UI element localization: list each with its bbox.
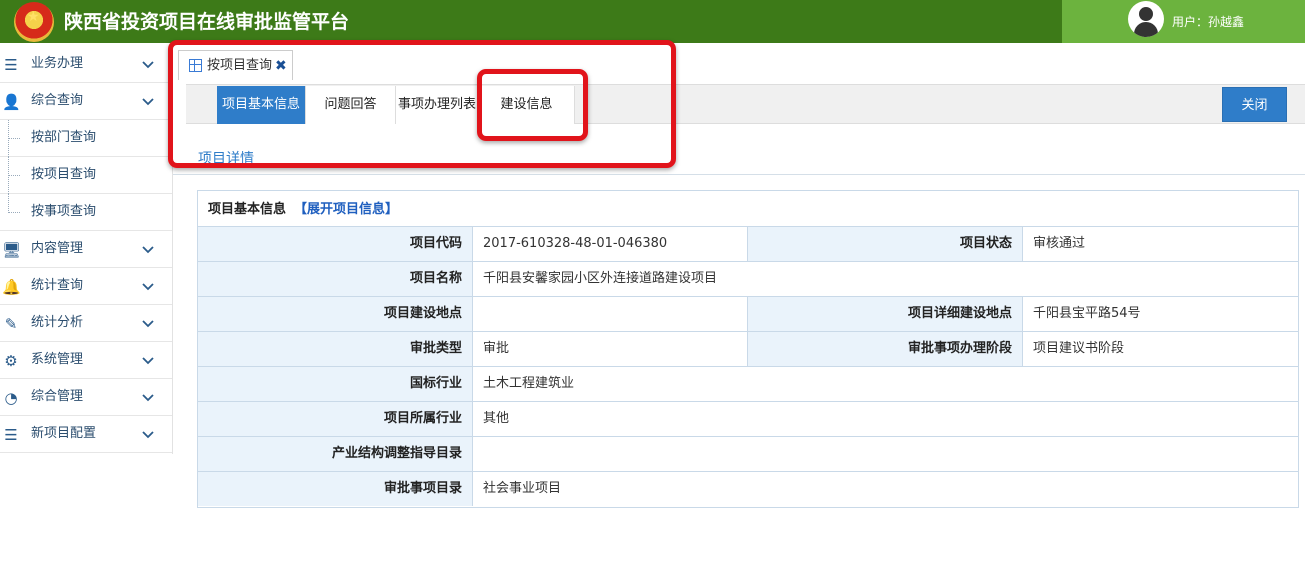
list-icon: ☰ [4, 426, 18, 444]
top-header: ★ 陕西省投资项目在线审批监管平台 用户：孙越鑫 [0, 0, 1305, 43]
user-icon: 👤 [2, 93, 21, 111]
info-table-header: 项目基本信息 【展开项目信息】 [198, 191, 1298, 227]
tab-qa[interactable]: 问题回答 [306, 86, 396, 124]
sidebar-item-statistics-analysis[interactable]: ✎ 统计分析 [0, 305, 172, 342]
table-row: 项目所属行业 其他 [198, 402, 1298, 437]
national-emblem-icon: ★ [14, 2, 54, 42]
table-row: 国标行业 土木工程建筑业 [198, 367, 1298, 402]
field-value: 社会事业项目 [473, 472, 1298, 506]
grid-icon [189, 59, 202, 72]
section-title[interactable]: 项目详情 [198, 150, 254, 168]
table-row: 项目名称 千阳县安馨家园小区外连接道路建设项目 [198, 262, 1298, 297]
sidebar-item-label: 新项目配置 [31, 426, 97, 441]
field-value: 2017-610328-48-01-046380 [473, 227, 748, 261]
sidebar-subitem-by-matter[interactable]: 按事项查询 [0, 194, 172, 231]
project-info-table: 项目基本信息 【展开项目信息】 项目代码 2017-610328-48-01-0… [197, 190, 1299, 508]
field-label: 项目详细建设地点 [748, 297, 1023, 331]
field-value: 项目建议书阶段 [1023, 332, 1298, 366]
field-label: 项目状态 [748, 227, 1023, 261]
field-label: 项目名称 [198, 262, 473, 296]
expand-project-info-link[interactable]: 【展开项目信息】 [294, 201, 398, 219]
field-label: 项目代码 [198, 227, 473, 261]
field-value: 土木工程建筑业 [473, 367, 1298, 401]
field-label: 产业结构调整指导目录 [198, 437, 473, 471]
close-icon[interactable]: ✖ [275, 57, 287, 75]
table-row: 审批类型 审批 审批事项办理阶段 项目建议书阶段 [198, 332, 1298, 367]
sidebar-item-label: 业务办理 [31, 56, 84, 71]
sidebar-item-label: 统计分析 [31, 315, 84, 330]
chevron-down-icon [142, 320, 154, 328]
field-value: 其他 [473, 402, 1298, 436]
sidebar-subitem-by-project[interactable]: 按项目查询 [0, 157, 172, 194]
monitor-icon: 🖥 [2, 241, 22, 259]
sidebar-subitem-by-department[interactable]: 按部门查询 [0, 120, 172, 157]
gear-icon: ⚙ [4, 352, 18, 370]
sidebar-item-content-management[interactable]: 🖥 内容管理 [0, 231, 172, 268]
sidebar-item-business[interactable]: ☰ 业务办理 [0, 46, 172, 83]
field-value [473, 297, 748, 331]
sidebar-item-system-management[interactable]: ⚙ 系统管理 [0, 342, 172, 379]
chevron-down-icon [142, 283, 154, 291]
field-value: 千阳县宝平路54号 [1023, 297, 1298, 331]
tab-basic-info[interactable]: 项目基本信息 [217, 86, 306, 124]
field-value [473, 437, 1298, 471]
field-label: 审批事项办理阶段 [748, 332, 1023, 366]
field-label: 国标行业 [198, 367, 473, 401]
field-label: 项目所属行业 [198, 402, 473, 436]
field-label: 项目建设地点 [198, 297, 473, 331]
chevron-down-icon [142, 394, 154, 402]
sidebar-item-label: 综合管理 [31, 389, 84, 404]
table-row: 产业结构调整指导目录 [198, 437, 1298, 472]
sidebar-item-new-project-config[interactable]: ☰ 新项目配置 [0, 416, 172, 453]
field-value: 审批 [473, 332, 748, 366]
field-value: 千阳县安馨家园小区外连接道路建设项目 [473, 262, 1298, 296]
dashboard-icon: ◔ [4, 389, 18, 407]
sidebar-item-label: 内容管理 [31, 241, 84, 256]
sidebar-item-label: 统计查询 [31, 278, 84, 293]
sidebar-item-label: 综合查询 [31, 93, 84, 108]
chevron-down-icon [142, 431, 154, 439]
table-row: 项目代码 2017-610328-48-01-046380 项目状态 审核通过 [198, 227, 1298, 262]
sidebar-subitem-label: 按部门查询 [31, 130, 97, 145]
table-row: 审批事项目录 社会事业项目 [198, 472, 1298, 507]
divider [173, 174, 1305, 175]
tab-matter-list[interactable]: 事项办理列表 [396, 86, 479, 124]
field-label: 审批事项目录 [198, 472, 473, 506]
sidebar-item-comprehensive-query[interactable]: 👤 综合查询 [0, 83, 172, 120]
chevron-down-icon [142, 61, 154, 69]
sidebar-item-general-management[interactable]: ◔ 综合管理 [0, 379, 172, 416]
sidebar-item-statistics-query[interactable]: 🔔 统计查询 [0, 268, 172, 305]
list-icon: ☰ [4, 56, 18, 74]
sidebar-subitem-label: 按事项查询 [31, 204, 97, 219]
field-value: 审核通过 [1023, 227, 1298, 261]
chevron-down-icon [142, 357, 154, 365]
avatar-icon[interactable] [1128, 1, 1164, 37]
field-label: 审批类型 [198, 332, 473, 366]
edit-icon: ✎ [4, 315, 18, 333]
info-table-title: 项目基本信息 [208, 202, 287, 217]
app-title: 陕西省投资项目在线审批监管平台 [64, 11, 350, 33]
sidebar-subitem-label: 按项目查询 [31, 167, 97, 182]
tab-by-project-query[interactable]: 按项目查询 ✖ [178, 50, 293, 80]
detail-subnav: 项目基本信息 问题回答 事项办理列表 建设信息 关闭 [186, 84, 1305, 124]
tab-construction-info[interactable]: 建设信息 [479, 86, 575, 124]
tab-label: 按项目查询 [207, 58, 273, 73]
chevron-down-icon [142, 246, 154, 254]
sidebar-item-label: 系统管理 [31, 352, 84, 367]
sidebar: ☰ 业务办理 👤 综合查询 按部门查询 按项目查询 按事项查询 🖥 内容管理 🔔… [0, 46, 173, 454]
document-tab-strip: 按项目查询 ✖ [178, 46, 1305, 84]
close-button[interactable]: 关闭 [1222, 87, 1287, 122]
bell-icon: 🔔 [2, 278, 21, 296]
user-label[interactable]: 用户：孙越鑫 [1172, 13, 1244, 31]
table-row: 项目建设地点 项目详细建设地点 千阳县宝平路54号 [198, 297, 1298, 332]
chevron-down-icon [142, 98, 154, 106]
